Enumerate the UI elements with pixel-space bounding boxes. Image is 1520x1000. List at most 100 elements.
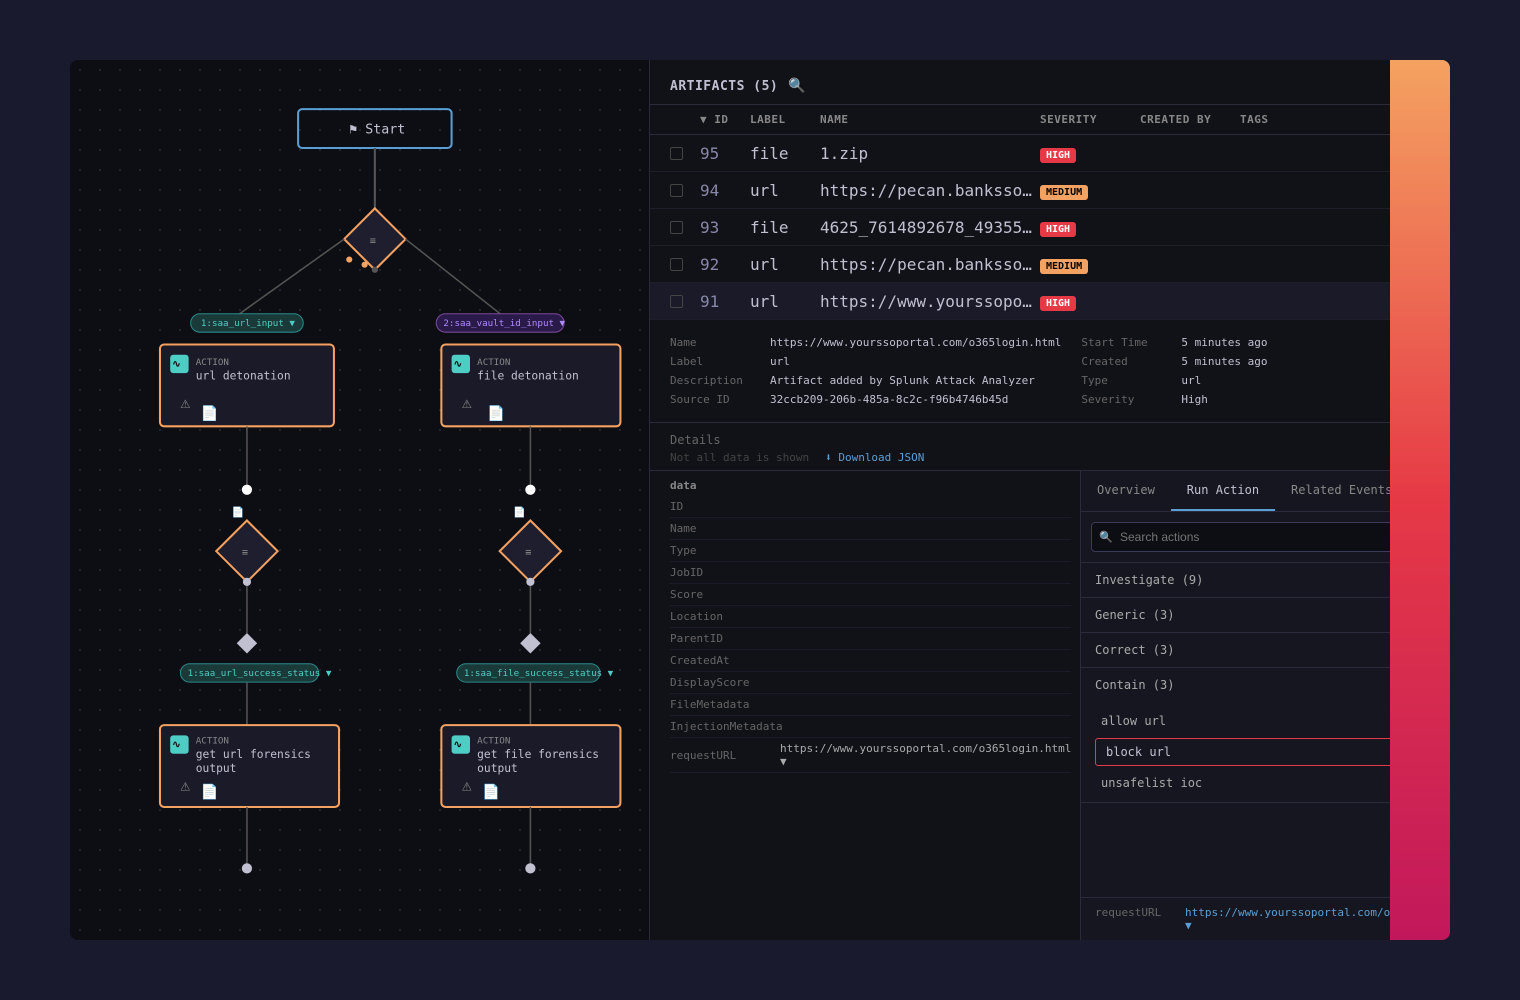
data-field-label: CreatedAt (670, 654, 780, 667)
search-wrapper (1091, 522, 1440, 552)
name-label: Name (670, 336, 760, 349)
svg-text:get url forensics: get url forensics (196, 748, 311, 761)
row-checkbox[interactable] (670, 258, 683, 271)
search-actions-input[interactable] (1091, 522, 1440, 552)
type-value: url (1181, 374, 1201, 387)
col-created-by: CREATED BY (1140, 113, 1240, 126)
table-row[interactable]: 94 url https://pecan.banksso.com/log... … (650, 172, 1450, 209)
data-field-row: Score (670, 584, 1071, 606)
cell-name: https://pecan.banksso.com/log... (820, 181, 1040, 200)
svg-text:📄: 📄 (513, 505, 526, 518)
cell-name: https://www.yourssoportal.com... (820, 292, 1040, 311)
col-id: ▼ ID (700, 113, 750, 126)
artifacts-header: ARTIFACTS (5) 🔍 (650, 60, 1450, 105)
svg-text:📄: 📄 (201, 784, 219, 801)
name-value: https://www.yourssoportal.com/o365login.… (770, 336, 1061, 349)
severity-badge: MEDIUM (1040, 185, 1088, 200)
cell-severity: HIGH (1040, 217, 1140, 237)
start-time-value: 5 minutes ago (1181, 336, 1267, 349)
tab-overview[interactable]: Overview (1081, 471, 1171, 511)
table-row[interactable]: 91 url https://www.yourssoportal.com... … (650, 283, 1450, 320)
data-field-row: Type (670, 540, 1071, 562)
data-field-label: Name (670, 522, 780, 535)
cell-label: file (750, 218, 820, 237)
contain-label: Contain (3) (1095, 678, 1174, 692)
svg-text:ACTION: ACTION (477, 736, 510, 747)
severity-badge: MEDIUM (1040, 259, 1088, 274)
table-header: ▼ ID LABEL NAME SEVERITY CREATED BY TAGS (650, 105, 1450, 135)
data-field-label: JobID (670, 566, 780, 579)
data-field-label: InjectionMetadata (670, 720, 783, 733)
data-section-title: data (670, 471, 1071, 496)
svg-text:≡: ≡ (242, 547, 248, 558)
data-field-row: DisplayScore (670, 672, 1071, 694)
data-field-label: Score (670, 588, 780, 601)
svg-text:output: output (196, 762, 237, 775)
col-checkbox (670, 113, 700, 126)
start-time-label: Start Time (1081, 336, 1171, 349)
svg-text:url detonation: url detonation (196, 369, 291, 382)
row-checkbox[interactable] (670, 295, 683, 308)
table-row[interactable]: 92 url https://pecan.banksso.com/1.zip M… (650, 246, 1450, 283)
svg-text:get file forensics: get file forensics (477, 748, 599, 761)
details-title: Details (670, 433, 1430, 447)
svg-text:1:saa_url_input ▼: 1:saa_url_input ▼ (201, 318, 296, 329)
svg-text:≡: ≡ (525, 547, 531, 558)
svg-text:∿: ∿ (172, 359, 181, 370)
tab-run-action[interactable]: Run Action (1171, 471, 1275, 511)
row-checkbox[interactable] (670, 184, 683, 197)
cell-name: 1.zip (820, 144, 1040, 163)
table-row[interactable]: 93 file 4625_7614892678_49355_payl... HI… (650, 209, 1450, 246)
cell-severity: HIGH (1040, 291, 1140, 311)
data-field-row: CreatedAt (670, 650, 1071, 672)
cell-id: 93 (700, 218, 750, 237)
svg-text:file detonation: file detonation (477, 369, 579, 382)
svg-text:output: output (477, 762, 518, 775)
cell-label: url (750, 181, 820, 200)
cell-id: 94 (700, 181, 750, 200)
data-field-row: ID (670, 496, 1071, 518)
label-value: url (770, 355, 790, 368)
data-field-label: requestURL (670, 749, 780, 762)
cell-label: url (750, 255, 820, 274)
action-block-url[interactable]: block url (1095, 738, 1436, 766)
workflow-canvas: ⚑ Start ≡ 1:saa_url_input ▼ 2:saa_vault_… (70, 60, 649, 940)
severity-badge: HIGH (1040, 296, 1076, 311)
data-field-label: Location (670, 610, 780, 623)
description-label: Description (670, 374, 760, 387)
svg-text:∿: ∿ (454, 359, 463, 370)
severity-badge: HIGH (1040, 148, 1076, 163)
data-fields-body: ID Name Type JobID Score Location Parent… (670, 496, 1071, 773)
row-checkbox[interactable] (670, 147, 683, 160)
search-icon[interactable]: 🔍 (788, 78, 805, 94)
main-container: ⚑ Start ≡ 1:saa_url_input ▼ 2:saa_vault_… (70, 60, 1450, 940)
data-field-label: ID (670, 500, 780, 513)
data-field-row: Location (670, 606, 1071, 628)
cell-label: url (750, 292, 820, 311)
data-field-label: FileMetadata (670, 698, 780, 711)
table-body: 95 file 1.zip HIGH 94 url https://pecan.… (650, 135, 1450, 320)
row-checkbox[interactable] (670, 221, 683, 234)
svg-text:⚑ Start: ⚑ Start (349, 123, 405, 138)
svg-text:ACTION: ACTION (477, 357, 510, 368)
svg-text:⚠: ⚠ (462, 393, 472, 412)
url-field-label: requestURL (1095, 906, 1185, 932)
cell-name: https://pecan.banksso.com/1.zip (820, 255, 1040, 274)
svg-text:1:saa_url_success_status ▼: 1:saa_url_success_status ▼ (188, 668, 332, 679)
data-fields: data ID Name Type JobID Score Location P… (650, 471, 1080, 940)
data-field-row: JobID (670, 562, 1071, 584)
data-field-row: requestURL https://www.yourssoportal.com… (670, 738, 1071, 773)
col-tags: TAGS (1240, 113, 1320, 126)
svg-text:1:saa_file_success_status ▼: 1:saa_file_success_status ▼ (464, 668, 614, 679)
created-label: Created (1081, 355, 1171, 368)
svg-text:2:saa_vault_id_input ▼: 2:saa_vault_id_input ▼ (443, 318, 565, 329)
table-row[interactable]: 95 file 1.zip HIGH (650, 135, 1450, 172)
data-field-row: Name (670, 518, 1071, 540)
data-field-label: DisplayScore (670, 676, 780, 689)
severity-label: Severity (1081, 393, 1171, 406)
tab-related-events[interactable]: Related Events (1275, 471, 1408, 511)
data-field-value: https://www.yourssoportal.com/o365login.… (780, 742, 1071, 768)
download-json-link[interactable]: ⬇ Download JSON (825, 451, 924, 464)
col-label: LABEL (750, 113, 820, 126)
cell-severity: MEDIUM (1040, 180, 1140, 200)
